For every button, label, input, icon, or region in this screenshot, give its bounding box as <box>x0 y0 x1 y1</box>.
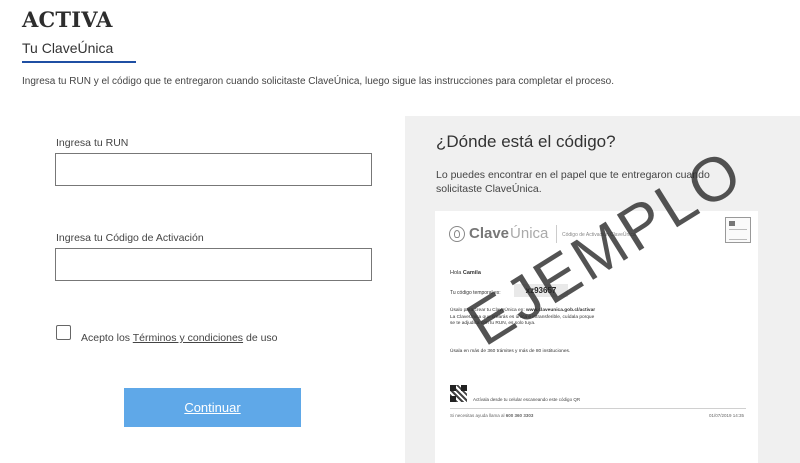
page-title: ACTIVA <box>22 7 113 32</box>
help-panel: ¿Dónde está el código? Lo puedes encontr… <box>405 116 800 463</box>
terms-suffix: de uso <box>245 332 278 344</box>
doc-paragraph-2: Úsala en más de 360 trámites y más de 80… <box>450 349 571 354</box>
doc-code-label: Tu código temporal es: <box>450 290 501 296</box>
government-stamp-icon <box>725 217 751 243</box>
doc-paragraph-1: Úsalo para crear tu ClaveÚnica en: www.c… <box>450 308 650 328</box>
doc-footer-help: Si necesitas ayuda llama al 600 360 3303 <box>450 413 534 418</box>
logo-clave-text: Clave <box>469 225 510 242</box>
logo-caption: Código de Activación ClaveÚnica <box>562 232 636 238</box>
terms-checkbox[interactable] <box>56 325 71 340</box>
claveunica-logo: Clave Única <box>449 225 548 242</box>
run-label: Ingresa tu RUN <box>56 137 129 149</box>
claveunica-logo-icon <box>449 225 465 242</box>
subtitle-underline <box>22 61 136 63</box>
doc-greeting: Hola Camila <box>450 270 481 276</box>
doc-code-value: xz93657 <box>514 284 568 297</box>
help-text: Lo puedes encontrar en el papel que te e… <box>436 169 710 195</box>
instructions-text: Ingresa tu RUN y el código que te entreg… <box>22 76 614 87</box>
logo-divider <box>556 225 557 243</box>
activation-code-input[interactable] <box>55 248 372 281</box>
activation-code-label: Ingresa tu Código de Activación <box>56 232 204 244</box>
doc-footer-rule <box>450 408 746 409</box>
terms-text: Acepto los Términos y condiciones de uso <box>81 332 278 344</box>
terms-prefix: Acepto los <box>81 332 131 344</box>
qr-code-icon <box>450 385 467 402</box>
terms-link[interactable]: Términos y condiciones <box>133 332 243 344</box>
example-document: Clave Única Código de Activación ClaveÚn… <box>435 211 758 463</box>
greeting-name: Camila <box>462 270 481 276</box>
greeting-prefix: Hola <box>450 270 462 276</box>
help-title: ¿Dónde está el código? <box>436 132 616 151</box>
doc-paragraph-1-line-3: se te adjudica con tu RUN, es solo tuya. <box>450 321 536 326</box>
page-subtitle: Tu ClaveÚnica <box>22 40 114 56</box>
doc-qr-text: Actívala desde tu celular escaneando est… <box>473 397 581 402</box>
doc-footer-date: 01/07/2019 14:35 <box>708 413 744 418</box>
continue-button[interactable]: Continuar <box>124 388 301 427</box>
logo-unica-text: Única <box>510 225 549 242</box>
run-input[interactable] <box>55 153 372 186</box>
